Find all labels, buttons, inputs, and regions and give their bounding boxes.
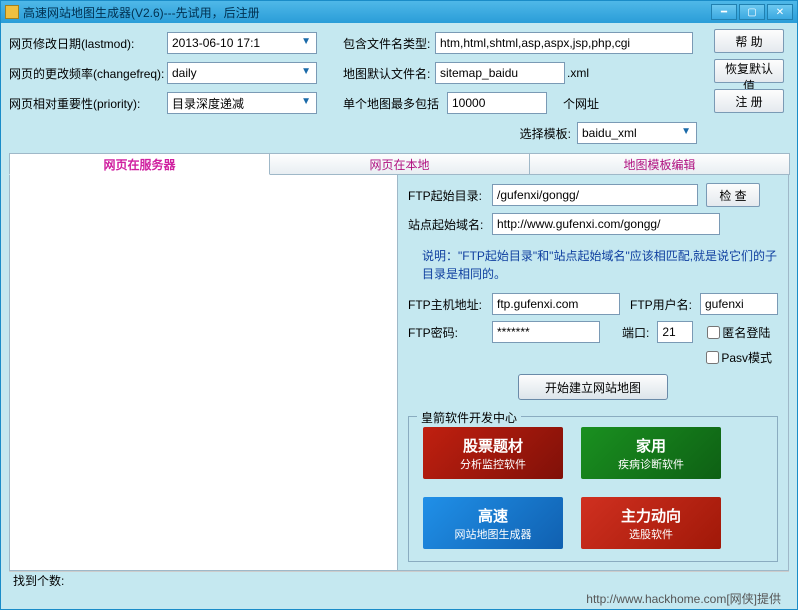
tab-local[interactable]: 网页在本地: [269, 153, 530, 175]
ftp-port-input[interactable]: [657, 321, 693, 343]
promo-sitemap[interactable]: 高速 网站地图生成器: [423, 497, 563, 549]
check-button[interactable]: 检 查: [706, 183, 760, 207]
site-domain-label: 站点起始域名:: [408, 216, 488, 233]
left-list-panel: [10, 175, 398, 570]
ftp-port-label: 端口:: [622, 324, 649, 341]
ftp-pwd-label: FTP密码:: [408, 324, 488, 341]
pasv-checkbox[interactable]: Pasv模式: [706, 349, 772, 366]
lastmod-label: 网页修改日期(lastmod):: [9, 35, 167, 52]
start-build-button[interactable]: 开始建立网站地图: [518, 374, 668, 400]
pasv-checkbox-input[interactable]: [706, 351, 719, 364]
site-domain-input[interactable]: [492, 213, 720, 235]
ftp-user-label: FTP用户名:: [630, 296, 692, 313]
anon-checkbox-input[interactable]: [707, 326, 720, 339]
maximize-button[interactable]: ▢: [739, 4, 765, 20]
include-ext-input[interactable]: [435, 32, 693, 54]
ftp-pwd-input[interactable]: [492, 321, 600, 343]
window-title: 高速网站地图生成器(V2.6)---先试用，后注册: [23, 4, 711, 21]
ftp-user-input[interactable]: [700, 293, 778, 315]
tab-template-edit[interactable]: 地图模板编辑: [529, 153, 790, 175]
promo-group: 皇箭软件开发中心 股票题材 分析监控软件 家用 疾病诊断软件 高速 网站地图生成: [408, 416, 778, 562]
register-button[interactable]: 注 册: [714, 89, 784, 113]
ftp-host-input[interactable]: [492, 293, 620, 315]
anon-checkbox-label: 匿名登陆: [722, 324, 770, 341]
max-suffix: 个网址: [563, 95, 599, 112]
include-ext-label: 包含文件名类型:: [343, 35, 435, 52]
app-icon: [5, 5, 19, 19]
found-count-label: 找到个数:: [9, 571, 789, 589]
ftp-start-dir-input[interactable]: [492, 184, 698, 206]
default-filename-input[interactable]: [435, 62, 565, 84]
ftp-note: 说明："FTP起始目录"和"站点起始域名"应该相匹配,就是说它们的子目录是相同的…: [422, 247, 778, 283]
changefreq-select[interactable]: [167, 62, 317, 84]
default-filename-label: 地图默认文件名:: [343, 65, 435, 82]
lastmod-select[interactable]: [167, 32, 317, 54]
minimize-button[interactable]: ━: [711, 4, 737, 20]
priority-select[interactable]: [167, 92, 317, 114]
max-label: 单个地图最多包括: [343, 95, 447, 112]
promo-main-trend[interactable]: 主力动向 选股软件: [581, 497, 721, 549]
result-list[interactable]: [10, 175, 397, 570]
footer-credit: http://www.hackhome.com[网侠]提供: [9, 589, 789, 607]
filename-suffix: .xml: [567, 66, 589, 80]
promo-stock-topic[interactable]: 股票题材 分析监控软件: [423, 427, 563, 479]
tab-server[interactable]: 网页在服务器: [9, 153, 270, 175]
ftp-start-dir-label: FTP起始目录:: [408, 187, 488, 204]
template-label: 选择模板:: [520, 125, 571, 142]
ftp-host-label: FTP主机地址:: [408, 296, 488, 313]
titlebar: 高速网站地图生成器(V2.6)---先试用，后注册 ━ ▢ ✕: [1, 1, 797, 23]
pasv-checkbox-label: Pasv模式: [721, 349, 772, 366]
promo-group-title: 皇箭软件开发中心: [417, 409, 521, 426]
tabs: 网页在服务器 网页在本地 地图模板编辑: [9, 153, 789, 175]
priority-label: 网页相对重要性(priority):: [9, 95, 167, 112]
changefreq-label: 网页的更改频率(changefreq):: [9, 65, 167, 82]
template-select[interactable]: [577, 122, 697, 144]
promo-home-medical[interactable]: 家用 疾病诊断软件: [581, 427, 721, 479]
max-input[interactable]: [447, 92, 547, 114]
anon-checkbox[interactable]: 匿名登陆: [707, 324, 770, 341]
close-button[interactable]: ✕: [767, 4, 793, 20]
restore-defaults-button[interactable]: 恢复默认值: [714, 59, 784, 83]
help-button[interactable]: 帮 助: [714, 29, 784, 53]
app-window: 高速网站地图生成器(V2.6)---先试用，后注册 ━ ▢ ✕ 网页修改日期(l…: [0, 0, 798, 610]
